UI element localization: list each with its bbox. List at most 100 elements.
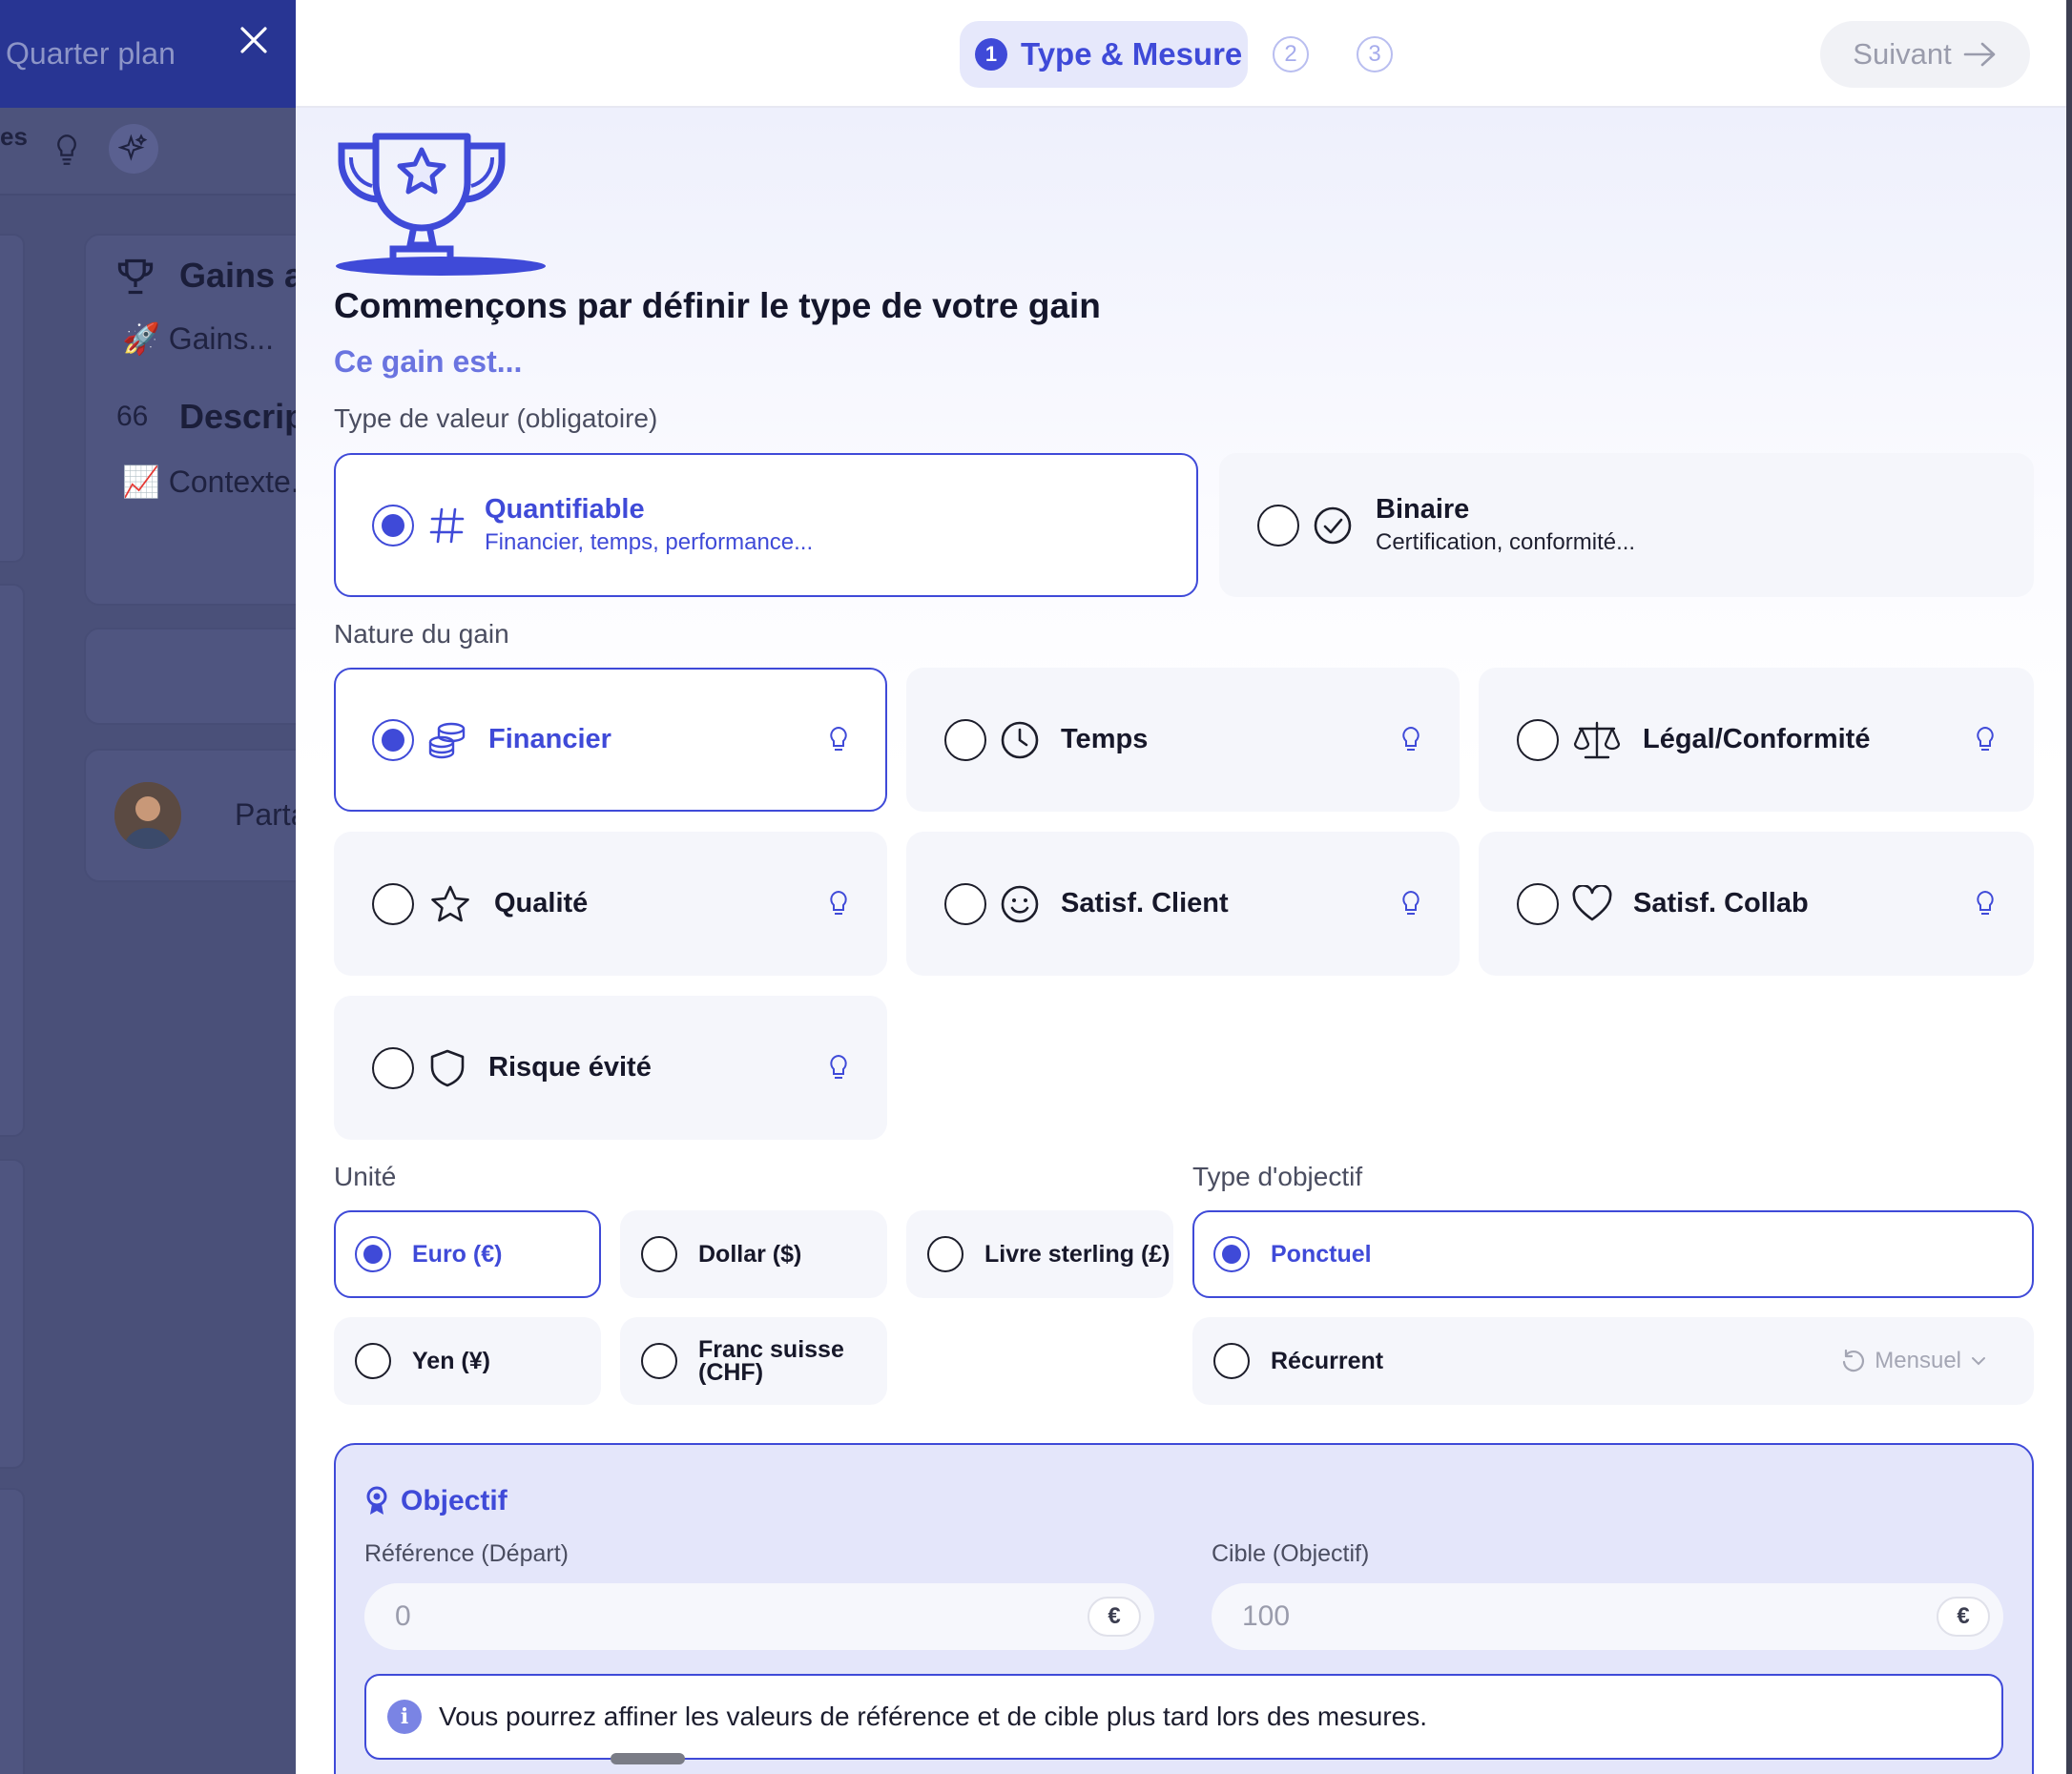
heart-icon <box>1559 884 1626 923</box>
background-strip <box>0 584 25 1137</box>
radio-unselected[interactable] <box>944 882 986 925</box>
lightbulb-icon[interactable] <box>1400 890 1421 918</box>
radio-unselected[interactable] <box>372 882 414 925</box>
lightbulb-icon[interactable] <box>1975 890 1996 918</box>
unit-yen[interactable]: Yen (¥) <box>334 1317 601 1405</box>
background-page: Quarter plan es Gains a 🚀 Gains... 66 De… <box>0 0 296 1774</box>
nature-satisf-collab[interactable]: Satisf. Collab <box>1479 832 2034 976</box>
lightbulb-icon[interactable] <box>1400 726 1421 754</box>
option-title: Binaire <box>1376 494 1470 525</box>
nature-risque-evite[interactable]: Risque évité <box>334 996 887 1140</box>
radio-unselected[interactable] <box>927 1236 963 1272</box>
step-3[interactable]: 3 <box>1357 36 1393 72</box>
reference-input[interactable]: 0 € <box>364 1583 1154 1650</box>
option-title: Financier <box>488 724 611 754</box>
radio-unselected[interactable] <box>641 1343 677 1379</box>
value-type-binaire[interactable]: Binaire Certification, conformité... <box>1219 453 2034 597</box>
radio-selected[interactable] <box>372 504 414 547</box>
shield-icon <box>414 1048 481 1088</box>
option-subtitle: Financier, temps, performance... <box>485 529 814 555</box>
smile-icon <box>986 884 1053 924</box>
nature-financier[interactable]: Financier <box>334 668 887 812</box>
radio-unselected[interactable] <box>372 1046 414 1089</box>
value-type-label: Type de valeur (obligatoire) <box>334 403 658 433</box>
option-title: Satisf. Collab <box>1633 888 1809 918</box>
radio-unselected[interactable] <box>641 1236 677 1272</box>
background-strip <box>0 1159 25 1469</box>
radio-unselected[interactable] <box>944 718 986 761</box>
chevron-down-icon <box>1972 1357 1985 1366</box>
next-button[interactable]: Suivant <box>1820 21 2030 88</box>
radio-selected[interactable] <box>1213 1236 1250 1272</box>
target-input[interactable]: 100 € <box>1212 1583 2003 1650</box>
option-title: Yen (¥) <box>412 1348 490 1374</box>
gain-wizard-modal: 1 Type & Mesure 2 3 Suivant Commençons p… <box>296 0 2072 1774</box>
page-subtitle: Ce gain est... <box>334 344 523 379</box>
step-1-label: Type & Mesure <box>1021 36 1243 72</box>
lightbulb-icon[interactable] <box>1975 726 1996 754</box>
lightbulb-icon[interactable] <box>828 1054 849 1083</box>
sparkles-icon[interactable] <box>109 124 158 174</box>
lightbulb-icon[interactable] <box>828 726 849 754</box>
coins-icon <box>414 721 481 759</box>
radio-unselected[interactable] <box>355 1343 391 1379</box>
background-gains-item: 🚀 Gains... <box>122 321 274 356</box>
radio-unselected[interactable] <box>1213 1343 1250 1379</box>
info-text: Vous pourrez affiner les valeurs de réfé… <box>439 1702 1428 1731</box>
objective-type-label: Type d'objectif <box>1192 1162 1363 1191</box>
radio-selected[interactable] <box>372 718 414 761</box>
award-icon <box>366 1486 387 1515</box>
nature-legal-conformite[interactable]: Légal/Conformité <box>1479 668 2034 812</box>
unit-franc-suisse[interactable]: Franc suisse (CHF) <box>620 1317 887 1405</box>
unit-livre-sterling[interactable]: Livre sterling (£) <box>906 1210 1173 1298</box>
option-title: Qualité <box>494 888 589 918</box>
option-title: Franc suisse <box>698 1336 844 1363</box>
option-title: Récurrent <box>1271 1348 1384 1374</box>
option-title: Quantifiable <box>485 494 645 525</box>
check-circle-icon <box>1299 505 1366 546</box>
nature-temps[interactable]: Temps <box>906 668 1460 812</box>
radio-unselected[interactable] <box>1517 718 1559 761</box>
radio-unselected[interactable] <box>1517 882 1559 925</box>
star-icon <box>414 884 487 924</box>
step-2[interactable]: 2 <box>1273 36 1309 72</box>
reference-placeholder: 0 <box>395 1600 411 1632</box>
unit-dollar[interactable]: Dollar ($) <box>620 1210 887 1298</box>
step-1-number: 1 <box>975 38 1007 71</box>
trophy-icon <box>117 258 154 295</box>
close-icon[interactable] <box>237 23 271 57</box>
refresh-icon <box>1843 1349 1865 1372</box>
trophy-icon <box>336 133 546 276</box>
objectif-panel: Objectif Référence (Départ) Cible (Objec… <box>334 1443 2034 1774</box>
currency-badge: € <box>1937 1597 1990 1637</box>
wizard-body: Commençons par définir le type de votre … <box>296 108 2072 1774</box>
background-strip <box>0 234 25 563</box>
background-context-item: 📈 Contexte... <box>122 464 296 499</box>
background-desc-title: Descrip <box>179 397 296 436</box>
step-1-type-mesure[interactable]: 1 Type & Mesure <box>960 21 1248 88</box>
value-type-quantifiable[interactable]: Quantifiable Financier, temps, performan… <box>334 453 1198 597</box>
lightbulb-icon <box>57 134 76 165</box>
radio-selected[interactable] <box>355 1236 391 1272</box>
option-title: Risque évité <box>488 1052 652 1083</box>
objective-ponctuel[interactable]: Ponctuel <box>1192 1210 2034 1298</box>
nature-qualite[interactable]: Qualité <box>334 832 887 976</box>
unit-euro[interactable]: Euro (€) <box>334 1210 601 1298</box>
radio-unselected[interactable] <box>1257 504 1299 547</box>
background-gains-title: Gains a <box>179 256 296 295</box>
info-icon: i <box>387 1700 422 1734</box>
background-share-fragment: Parta <box>235 797 296 832</box>
scrollbar-handle[interactable] <box>611 1753 685 1764</box>
option-title: Livre sterling (£) <box>984 1241 1171 1268</box>
frequency-select[interactable]: Mensuel <box>1840 1348 1988 1374</box>
option-title-line2: (CHF) <box>698 1359 764 1386</box>
nature-satisf-client[interactable]: Satisf. Client <box>906 832 1460 976</box>
avatar <box>114 782 181 849</box>
objective-recurrent[interactable]: Récurrent Mensuel <box>1192 1317 2034 1405</box>
lightbulb-icon[interactable] <box>828 890 849 918</box>
scale-icon <box>1559 719 1635 761</box>
clock-icon <box>986 720 1053 760</box>
page-title: Commençons par définir le type de votre … <box>334 286 1101 325</box>
target-label: Cible (Objectif) <box>1212 1540 1370 1567</box>
arrow-right-icon <box>1963 42 1996 67</box>
